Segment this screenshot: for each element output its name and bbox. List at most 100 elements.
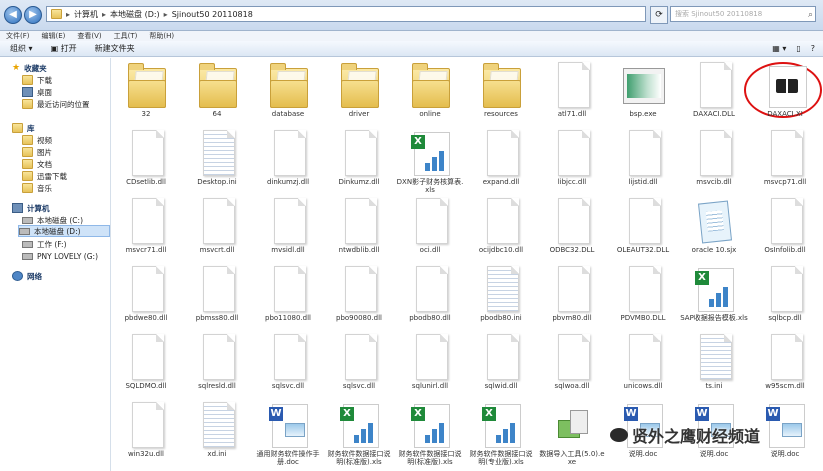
file-item[interactable]: Dinkumz.dll	[329, 128, 389, 196]
sidebar-item-downloads[interactable]: 下载	[22, 74, 52, 86]
menu-help[interactable]: 帮助(H)	[149, 31, 174, 41]
menu-file[interactable]: 文件(F)	[6, 31, 30, 41]
breadcrumb-drive[interactable]: 本地磁盘 (D:)	[110, 9, 160, 20]
sidebar-network[interactable]: 网络	[12, 270, 42, 282]
file-item[interactable]: lijstid.dll	[613, 128, 673, 196]
file-item[interactable]: DAXACI.DLL	[684, 60, 744, 128]
file-item[interactable]: sqlwid.dll	[471, 332, 531, 400]
file-item[interactable]: sqlresld.dll	[187, 332, 247, 400]
file-label: bsp.exe	[629, 110, 657, 118]
sidebar-item-drive-d[interactable]: 本地磁盘 (D:)	[18, 225, 110, 237]
file-item[interactable]: pbmss80.dll	[187, 264, 247, 332]
view-options-icon[interactable]: ▦ ▾	[772, 44, 786, 53]
file-item[interactable]: 64	[187, 60, 247, 128]
sidebar-computer[interactable]: 计算机	[12, 202, 50, 214]
file-item[interactable]: sqlbcp.dll	[755, 264, 815, 332]
file-item[interactable]: msvcr71.dll	[116, 196, 176, 264]
file-item[interactable]: W 说明.doc	[755, 400, 815, 468]
file-item[interactable]: pbdwe80.dll	[116, 264, 176, 332]
file-item[interactable]: atl71.dll	[542, 60, 602, 128]
file-item[interactable]: resources	[471, 60, 531, 128]
file-item[interactable]: w95scm.dll	[755, 332, 815, 400]
file-item[interactable]: libjcc.dll	[542, 128, 602, 196]
file-item[interactable]: mvsidl.dll	[258, 196, 318, 264]
breadcrumb-computer[interactable]: 计算机	[74, 9, 98, 20]
file-item[interactable]: OLEAUT32.DLL	[613, 196, 673, 264]
file-item[interactable]: pbvm80.dll	[542, 264, 602, 332]
menu-tools[interactable]: 工具(T)	[114, 31, 138, 41]
file-item[interactable]: 数据导入工具(5.0).exe	[539, 400, 605, 468]
file-item[interactable]: oci.dll	[400, 196, 460, 264]
sidebar-item-documents[interactable]: 文档	[22, 158, 52, 170]
file-item[interactable]: DAXACI.XI	[755, 60, 815, 128]
sidebar-favorites[interactable]: ★ 收藏夹	[12, 62, 47, 74]
file-item[interactable]: Desktop.ini	[187, 128, 247, 196]
file-item[interactable]: X DXN影子财务核算表.xls	[397, 128, 463, 196]
file-item[interactable]: bsp.exe	[613, 60, 673, 128]
open-button[interactable]: ▣ 打开	[51, 43, 77, 54]
sidebar-item-music[interactable]: 音乐	[22, 182, 52, 194]
preview-pane-icon[interactable]: ▯	[796, 44, 800, 53]
sidebar-item-thunder[interactable]: 迅雷下载	[22, 170, 67, 182]
file-item[interactable]: pbo11080.dll	[258, 264, 318, 332]
sidebar-item-desktop[interactable]: 桌面	[22, 86, 52, 98]
sidebar-item-recent[interactable]: 最近访问的位置	[22, 98, 90, 110]
file-item[interactable]: ts.ini	[684, 332, 744, 400]
file-item[interactable]: W 通用财务软件操作手册.doc	[257, 400, 320, 468]
organize-button[interactable]: 组织 ▾	[10, 43, 33, 54]
file-item[interactable]: sqlsvc.dll	[258, 332, 318, 400]
file-item[interactable]: X 财务软件数据接口说明(专业版).xls	[470, 400, 533, 468]
file-item[interactable]: msvcp71.dll	[755, 128, 815, 196]
file-item[interactable]: PDVMB0.DLL	[613, 264, 673, 332]
file-item[interactable]: ocijdbc10.dll	[471, 196, 531, 264]
file-item[interactable]: unicows.dll	[613, 332, 673, 400]
sidebar-libraries[interactable]: 库	[12, 122, 35, 134]
dll-file-icon	[481, 334, 521, 380]
file-item[interactable]: X 财务软件数据接口说明(标准版).xls	[399, 400, 462, 468]
sidebar-item-drive-g[interactable]: PNY LOVELY (G:)	[22, 250, 98, 262]
file-label: sqlresld.dll	[198, 382, 236, 390]
file-item[interactable]: sqlunirl.dll	[400, 332, 460, 400]
dll-file-icon	[197, 198, 237, 244]
file-item[interactable]: X SAP收据报告模板.xls	[680, 264, 748, 332]
sidebar-item-videos[interactable]: 视频	[22, 134, 52, 146]
file-item[interactable]: pbodb80.ini	[471, 264, 531, 332]
file-item[interactable]: online	[400, 60, 460, 128]
file-item[interactable]: OsInfolib.dll	[755, 196, 815, 264]
file-label: ntwdblib.dll	[338, 246, 380, 254]
file-item[interactable]: win32u.dll	[116, 400, 176, 468]
file-item[interactable]: sqlwoa.dll	[542, 332, 602, 400]
file-item[interactable]: expand.dll	[471, 128, 531, 196]
pictures-icon	[22, 147, 33, 157]
breadcrumb-folder[interactable]: Sjinout50 20110818	[172, 10, 253, 19]
file-item[interactable]: SQLDMO.dll	[116, 332, 176, 400]
file-item[interactable]: sqlsvc.dll	[329, 332, 389, 400]
forward-button[interactable]: ▶	[24, 6, 42, 24]
file-item[interactable]: pbo90080.dll	[329, 264, 389, 332]
sidebar-item-pictures[interactable]: 图片	[22, 146, 52, 158]
file-item[interactable]: xd.ini	[187, 400, 247, 468]
file-item[interactable]: ntwdblib.dll	[329, 196, 389, 264]
new-folder-button[interactable]: 新建文件夹	[95, 43, 135, 54]
dll-file-icon	[410, 266, 450, 312]
dll-file-icon	[481, 130, 521, 176]
search-input[interactable]: 搜索 Sjinout50 20110818 ⌕	[670, 6, 816, 22]
menu-view[interactable]: 查看(V)	[77, 31, 101, 41]
file-item[interactable]: X 财务软件数据接口说明(标准版).xls	[328, 400, 391, 468]
sidebar-item-drive-f[interactable]: 工作 (F:)	[22, 238, 67, 250]
menu-edit[interactable]: 编辑(E)	[42, 31, 66, 41]
back-button[interactable]: ◀	[4, 6, 22, 24]
refresh-button[interactable]: ⟳	[650, 6, 668, 24]
help-icon[interactable]: ?	[811, 44, 815, 53]
file-item[interactable]: driver	[329, 60, 389, 128]
file-item[interactable]: oracle 10.sjx	[684, 196, 744, 264]
file-item[interactable]: database	[258, 60, 318, 128]
address-field[interactable]: ▸ 计算机 ▸ 本地磁盘 (D:) ▸ Sjinout50 20110818	[46, 6, 646, 22]
file-item[interactable]: msvcib.dll	[684, 128, 744, 196]
file-item[interactable]: CDsetlib.dll	[116, 128, 176, 196]
file-item[interactable]: 32	[116, 60, 176, 128]
file-item[interactable]: msvcrt.dll	[187, 196, 247, 264]
file-item[interactable]: dinkumzj.dll	[258, 128, 318, 196]
file-item[interactable]: ODBC32.DLL	[542, 196, 602, 264]
file-item[interactable]: pbodb80.dll	[400, 264, 460, 332]
